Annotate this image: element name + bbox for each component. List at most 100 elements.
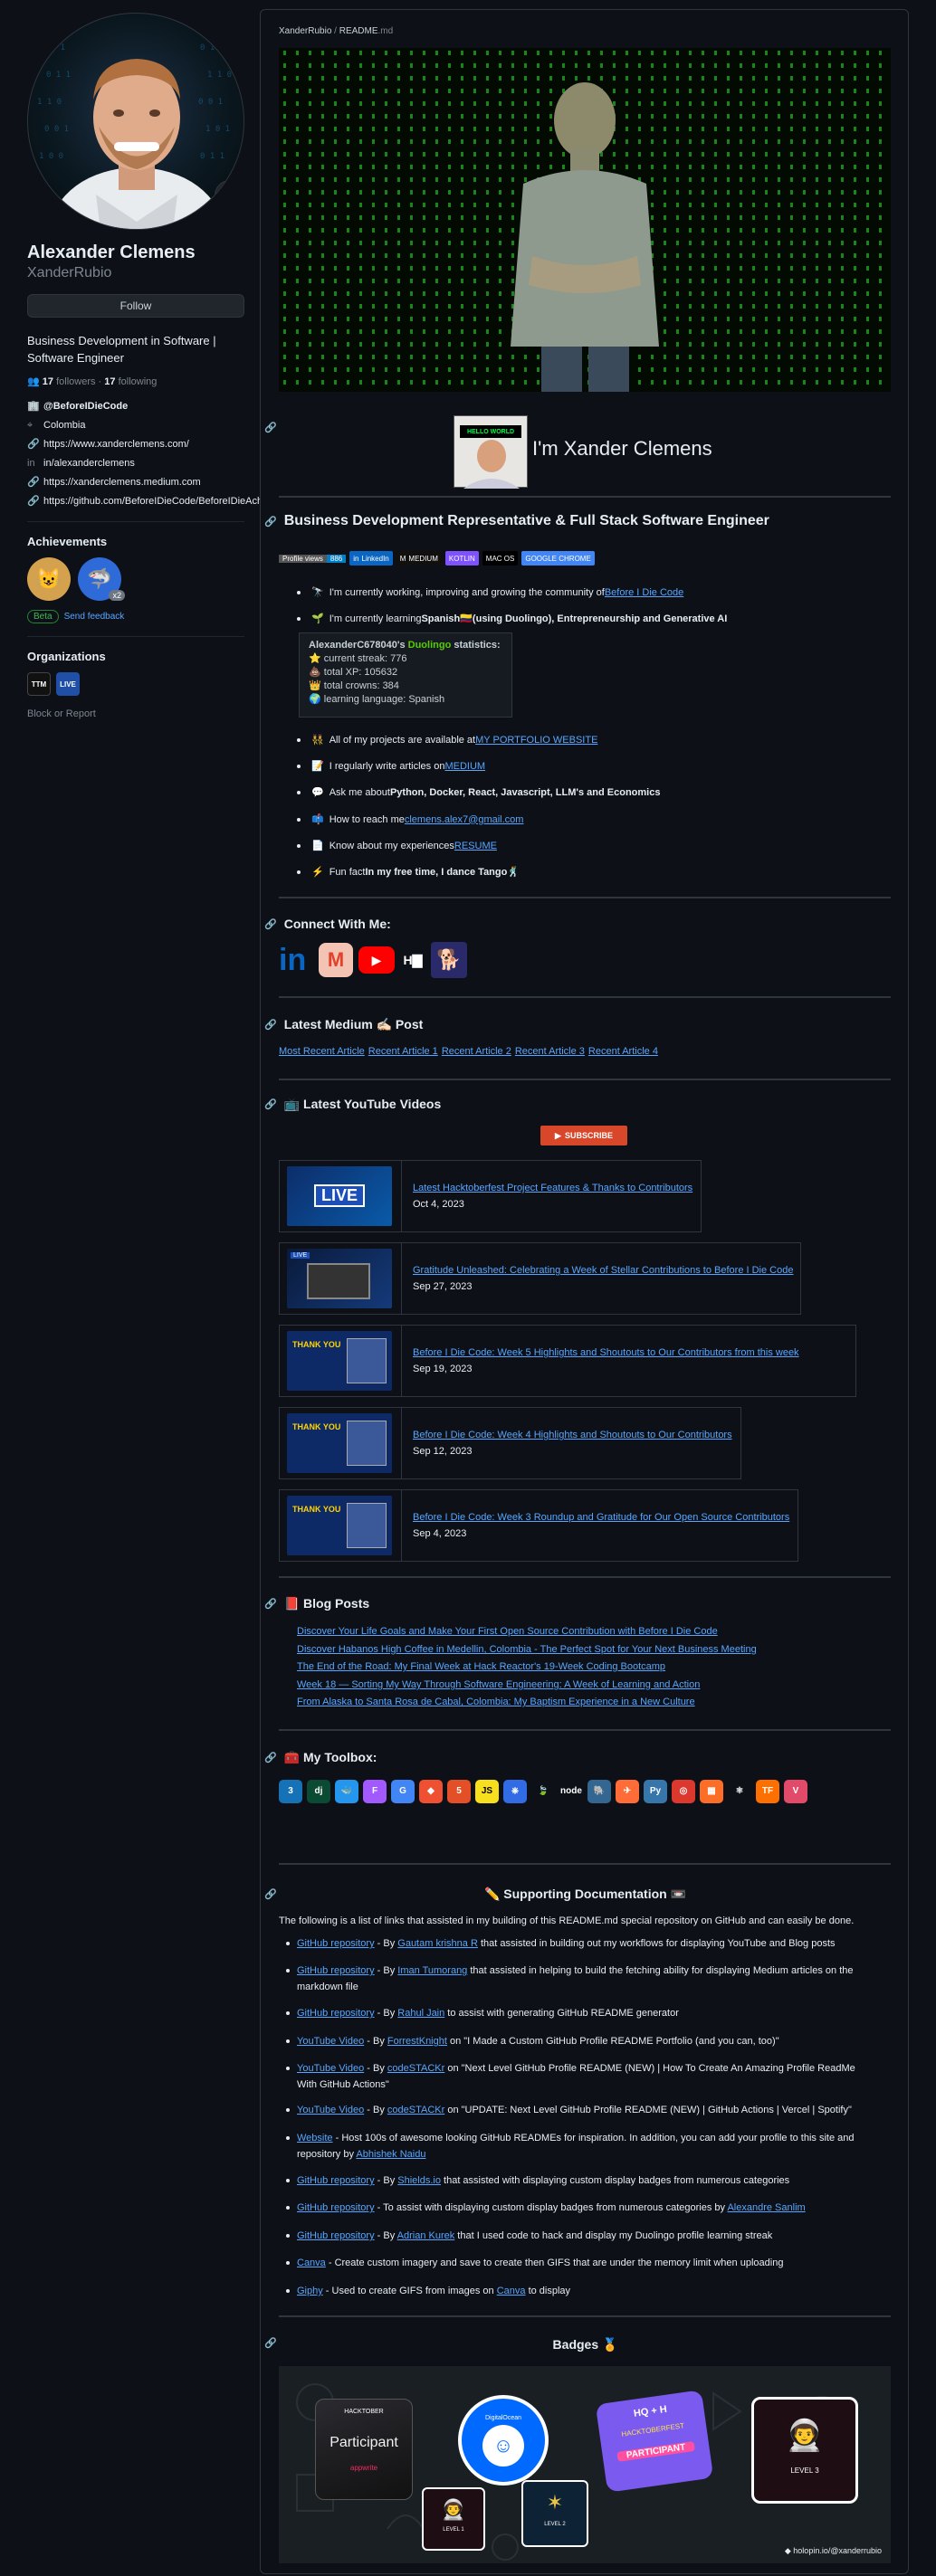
- doc-link[interactable]: GitHub repository: [297, 2008, 375, 2019]
- kotlin-badge[interactable]: KOTLIN: [444, 551, 479, 566]
- gcp-icon[interactable]: G: [391, 1780, 415, 1803]
- profile-views-badge[interactable]: Profile views 886: [279, 551, 347, 566]
- subscribe-button[interactable]: ▶ SUBSCRIBE: [540, 1126, 627, 1145]
- video-title-link[interactable]: Before I Die Code: Week 5 Highlights and…: [413, 1345, 799, 1361]
- mongodb-icon[interactable]: 🍃: [531, 1780, 555, 1803]
- anchor-link-icon[interactable]: 🔗: [264, 1019, 277, 1031]
- linkedin-badge[interactable]: in LinkedIn: [349, 551, 393, 566]
- profile-link-linkedin[interactable]: in/alexanderclemens: [43, 457, 135, 471]
- postgresql-icon[interactable]: 🐘: [587, 1780, 611, 1803]
- anchor-link-icon[interactable]: 🔗: [264, 918, 277, 930]
- doc-author-link[interactable]: Abhishek Naidu: [356, 2149, 425, 2160]
- doc-link[interactable]: GitHub repository: [297, 1938, 375, 1949]
- hackerrank-icon[interactable]: H▇: [400, 947, 425, 973]
- resume-link[interactable]: RESUME: [454, 841, 497, 851]
- doc-author-link[interactable]: Adrian Kurek: [397, 2230, 455, 2241]
- following-count[interactable]: 17: [104, 376, 115, 387]
- send-feedback-link[interactable]: Send feedback: [64, 612, 125, 622]
- doc-author-link[interactable]: Alexandre Sanlim: [727, 2202, 805, 2213]
- blog-post-link[interactable]: From Alaska to Santa Rosa de Cabal, Colo…: [297, 1697, 695, 1707]
- video-card[interactable]: LIVE Latest Hacktoberfest Project Featur…: [279, 1160, 702, 1232]
- video-thumbnail[interactable]: LIVE: [287, 1166, 392, 1226]
- achievements-heading[interactable]: Achievements: [27, 535, 244, 548]
- vue-icon[interactable]: V: [784, 1780, 807, 1803]
- following-label[interactable]: following: [119, 376, 158, 387]
- kubernetes-icon[interactable]: ⎈: [503, 1780, 527, 1803]
- django-icon[interactable]: dj: [307, 1780, 330, 1803]
- doc-author-link[interactable]: Canva: [497, 2286, 526, 2296]
- video-title-link[interactable]: Before I Die Code: Week 3 Roundup and Gr…: [413, 1509, 789, 1526]
- follow-button[interactable]: Follow: [27, 294, 244, 318]
- doc-link[interactable]: GitHub repository: [297, 1965, 375, 1976]
- doc-author-link[interactable]: Gautam krishna R: [397, 1938, 478, 1949]
- figma-icon[interactable]: F: [363, 1780, 387, 1803]
- doc-author-link[interactable]: codeSTACKr: [387, 2105, 444, 2115]
- macos-badge[interactable]: MAC OS: [482, 551, 519, 566]
- doc-author-link[interactable]: Iman Tumorang: [397, 1965, 467, 1976]
- profile-link-medium[interactable]: https://xanderclemens.medium.com: [43, 476, 201, 490]
- doc-author-link[interactable]: ForrestKnight: [387, 2036, 447, 2047]
- doc-link[interactable]: YouTube Video: [297, 2105, 364, 2115]
- doc-author-link[interactable]: Rahul Jain: [397, 2008, 444, 2019]
- blog-post-link[interactable]: Discover Your Life Goals and Make Your F…: [297, 1626, 718, 1637]
- hacktober-participant-badge[interactable]: HACKTOBER Participant appwrite: [315, 2399, 413, 2500]
- linkedin-icon[interactable]: in: [279, 943, 313, 977]
- medium-article-link[interactable]: Most Recent Article: [279, 1046, 365, 1057]
- anchor-link-icon[interactable]: 🔗: [264, 1598, 277, 1610]
- html5-icon[interactable]: 5: [447, 1780, 471, 1803]
- breadcrumb-user[interactable]: XanderRubio: [279, 26, 331, 36]
- email-link[interactable]: clemens.alex7@gmail.com: [405, 814, 524, 825]
- status-emoji[interactable]: cr: [215, 180, 244, 211]
- video-thumbnail[interactable]: THANK YOU: [287, 1413, 392, 1473]
- medium-article-link[interactable]: Recent Article 1: [368, 1046, 438, 1057]
- doc-link[interactable]: YouTube Video: [297, 2063, 364, 2074]
- postman-icon[interactable]: ✈: [616, 1780, 639, 1803]
- video-thumbnail[interactable]: THANK YOU: [287, 1331, 392, 1391]
- doc-link[interactable]: Giphy: [297, 2286, 323, 2296]
- profile-link-website[interactable]: https://www.xanderclemens.com/: [43, 438, 189, 452]
- video-card[interactable]: THANK YOU Before I Die Code: Week 4 High…: [279, 1407, 741, 1479]
- followers-label[interactable]: followers: [56, 376, 95, 387]
- video-title-link[interactable]: Latest Hacktoberfest Project Features & …: [413, 1180, 692, 1196]
- video-card[interactable]: THANK YOU Before I Die Code: Week 3 Roun…: [279, 1489, 798, 1562]
- git-icon[interactable]: ◆: [419, 1780, 443, 1803]
- doc-link[interactable]: GitHub repository: [297, 2230, 375, 2241]
- blog-post-link[interactable]: Discover Habanos High Coffee in Medellin…: [297, 1644, 757, 1655]
- blog-post-link[interactable]: The End of the Road: My Final Week at Ha…: [297, 1661, 665, 1672]
- org-avatar-live[interactable]: LIVE: [56, 672, 80, 696]
- followers-count[interactable]: 17: [43, 376, 53, 387]
- video-thumbnail[interactable]: LIVE: [287, 1249, 392, 1308]
- holopin-board[interactable]: HACKTOBER Participant appwrite DigitalOc…: [279, 2366, 891, 2563]
- anchor-link-icon[interactable]: 🔗: [264, 1098, 277, 1110]
- blog-post-link[interactable]: Week 18 — Sorting My Way Through Softwar…: [297, 1679, 700, 1690]
- docker-icon[interactable]: 🐳: [335, 1780, 358, 1803]
- medium-article-link[interactable]: Recent Article 4: [588, 1046, 658, 1057]
- profile-org[interactable]: @BeforeIDieCode: [43, 400, 128, 413]
- video-card[interactable]: THANK YOU Before I Die Code: Week 5 High…: [279, 1325, 856, 1397]
- level2-badge[interactable]: ✶ LEVEL 2: [521, 2480, 588, 2547]
- tensorflow-icon[interactable]: TF: [756, 1780, 779, 1803]
- block-or-report-link[interactable]: Block or Report: [27, 708, 244, 719]
- avatar[interactable]: 1 0 1 0 1 1 1 1 0 0 0 1 1 0 0 0 1 0 1 1 0 0 0 …: [27, 13, 244, 230]
- anchor-link-icon[interactable]: 🔗: [264, 1752, 277, 1763]
- anchor-link-icon[interactable]: 🔗: [264, 516, 277, 528]
- doc-link[interactable]: GitHub repository: [297, 2202, 375, 2213]
- python-icon[interactable]: Py: [644, 1780, 667, 1803]
- before-i-die-code-link[interactable]: Before I Die Code: [605, 587, 683, 598]
- javascript-icon[interactable]: JS: [475, 1780, 499, 1803]
- portfolio-link[interactable]: MY PORTFOLIO WEBSITE: [475, 735, 597, 746]
- org-avatar-ttm[interactable]: TTM: [27, 672, 51, 696]
- video-title-link[interactable]: Gratitude Unleashed: Celebrating a Week …: [413, 1262, 793, 1278]
- medium-link[interactable]: MEDIUM: [444, 761, 485, 772]
- medium-article-link[interactable]: Recent Article 2: [442, 1046, 511, 1057]
- anchor-link-icon[interactable]: 🔗: [264, 422, 277, 433]
- redis-icon[interactable]: ◎: [672, 1780, 695, 1803]
- doc-link[interactable]: Canva: [297, 2258, 326, 2268]
- medium-badge[interactable]: M MEDIUM: [396, 551, 442, 566]
- gitlab-icon[interactable]: ▦: [700, 1780, 723, 1803]
- doc-link[interactable]: YouTube Video: [297, 2036, 364, 2047]
- youtube-icon[interactable]: ▶: [358, 946, 395, 974]
- medium-icon[interactable]: M: [319, 943, 353, 977]
- video-card[interactable]: LIVE Gratitude Unleashed: Celebrating a …: [279, 1242, 801, 1315]
- holopin-credit[interactable]: ◆ holopin.io/@xanderrubio: [785, 2546, 882, 2556]
